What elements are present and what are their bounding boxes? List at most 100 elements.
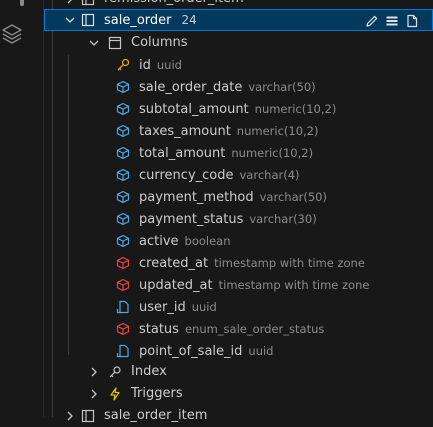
- file-link-icon: [115, 296, 131, 318]
- tree-item-triggers[interactable]: Triggers: [44, 383, 433, 405]
- chevron-right-icon[interactable]: [62, 405, 78, 427]
- column-name: total_amount: [139, 145, 226, 161]
- column-label: payment_status varchar(30): [139, 208, 317, 231]
- column-item-currency-code[interactable]: currency_code varchar(4): [44, 164, 433, 186]
- column-name: payment_status: [139, 211, 244, 227]
- column-label: active boolean: [139, 230, 231, 253]
- column-name: updated_at: [139, 277, 213, 293]
- chevron-right-icon[interactable]: [86, 361, 102, 383]
- column-label: point_of_sale_id uuid: [139, 340, 273, 363]
- column-name: payment_method: [139, 189, 254, 205]
- inline-actions: [364, 10, 420, 32]
- column-type: numeric(10,2): [236, 123, 319, 138]
- triggers-label: Triggers: [131, 386, 183, 401]
- column-type: varchar(4): [239, 167, 300, 182]
- activity-top-icon[interactable]: [0, 0, 44, 6]
- index-label: Index: [131, 364, 167, 379]
- column-item-subtotal-amount[interactable]: subtotal_amount numeric(10,2): [44, 98, 433, 120]
- cube-icon: [115, 98, 131, 120]
- column-label: subtotal_amount numeric(10,2): [139, 98, 336, 121]
- column-type: boolean: [184, 233, 231, 248]
- tree-item-index[interactable]: Index: [44, 361, 433, 383]
- column-name: user_id: [139, 299, 186, 315]
- column-name: active: [139, 233, 179, 249]
- column-name: created_at: [139, 255, 209, 271]
- file-link-icon: [115, 340, 131, 362]
- key-icon: [115, 54, 131, 76]
- cube-icon: [115, 164, 131, 186]
- chevron-down-icon[interactable]: [86, 32, 102, 54]
- cube-icon: [115, 208, 131, 230]
- schema-tree: remission_order_item sale_order24: [44, 0, 433, 423]
- index-key-icon: [107, 361, 123, 383]
- column-type: varchar(30): [249, 211, 317, 226]
- column-type: varchar(50): [259, 189, 327, 204]
- column-type: uuid: [191, 299, 217, 314]
- column-type: timestamp with time zone: [218, 277, 370, 292]
- table-name: sale_order 24: [104, 9, 197, 32]
- tree-item-columns[interactable]: Columns: [44, 32, 433, 54]
- layers-icon[interactable]: [0, 22, 24, 46]
- column-type: enum_sale_order_status: [184, 321, 325, 336]
- column-type: varchar(50): [248, 79, 316, 94]
- column-label: status enum_sale_order_status: [139, 318, 324, 341]
- column-label: id uuid: [139, 54, 182, 77]
- cube-icon: [115, 142, 131, 164]
- column-item-created-at[interactable]: created_at timestamp with time zone: [44, 252, 433, 274]
- chevron-right-icon[interactable]: [86, 383, 102, 405]
- column-item-id[interactable]: id uuid: [44, 54, 433, 76]
- tree-item-label: sale_order_item: [104, 408, 208, 423]
- column-label: sale_order_date varchar(50): [139, 76, 316, 99]
- cube-red-icon: [115, 252, 131, 274]
- lightning-icon: [107, 383, 123, 405]
- column-item-user-id[interactable]: user_id uuid: [44, 296, 433, 318]
- column-name: point_of_sale_id: [139, 343, 243, 359]
- cube-red-icon: [115, 318, 131, 340]
- columns-icon: [107, 32, 123, 54]
- column-item-taxes-amount[interactable]: taxes_amount numeric(10,2): [44, 120, 433, 142]
- column-label: total_amount numeric(10,2): [139, 142, 313, 165]
- column-name: id: [139, 57, 151, 73]
- column-count: 24: [181, 12, 197, 27]
- columns-label: Columns: [131, 35, 188, 50]
- tree-item-sale-order[interactable]: sale_order 24: [44, 9, 433, 31]
- cube-icon: [115, 76, 131, 98]
- column-item-point-of-sale-id[interactable]: point_of_sale_id uuid: [44, 340, 433, 362]
- chevron-down-icon[interactable]: [62, 9, 78, 31]
- column-label: user_id uuid: [139, 296, 217, 319]
- column-item-payment-status[interactable]: payment_status varchar(30): [44, 208, 433, 230]
- column-item-sale-order-date[interactable]: sale_order_date varchar(50): [44, 76, 433, 98]
- pencil-icon[interactable]: [364, 13, 380, 29]
- table-icon: [80, 405, 96, 427]
- column-name: taxes_amount: [139, 123, 231, 139]
- column-label: payment_method varchar(50): [139, 186, 327, 209]
- activity-bar: [0, 0, 44, 417]
- column-name: sale_order_date: [139, 79, 243, 95]
- cube-red-icon: [115, 274, 131, 296]
- column-label: taxes_amount numeric(10,2): [139, 120, 318, 143]
- column-type: numeric(10,2): [254, 101, 337, 116]
- column-type: timestamp with time zone: [214, 255, 365, 270]
- cube-icon: [115, 230, 131, 252]
- column-item-total-amount[interactable]: total_amount numeric(10,2): [44, 142, 433, 164]
- column-type: numeric(10,2): [231, 145, 314, 160]
- column-label: currency_code varchar(4): [139, 164, 300, 187]
- column-name: status: [139, 321, 179, 337]
- column-type: uuid: [156, 57, 182, 72]
- file-icon[interactable]: [404, 13, 420, 29]
- column-name: currency_code: [139, 167, 234, 183]
- column-item-updated-at[interactable]: updated_at timestamp with time zone: [44, 274, 433, 296]
- column-name: subtotal_amount: [139, 101, 249, 117]
- column-label: created_at timestamp with time zone: [139, 252, 365, 275]
- tree-item-sale-order-item[interactable]: sale_order_item: [44, 405, 433, 427]
- cube-icon: [115, 186, 131, 208]
- column-item-payment-method[interactable]: payment_method varchar(50): [44, 186, 433, 208]
- table-name-label: sale_order: [104, 12, 172, 28]
- cube-icon: [115, 120, 131, 142]
- column-item-active[interactable]: active boolean: [44, 230, 433, 252]
- column-item-status[interactable]: status enum_sale_order_status: [44, 318, 433, 340]
- table-icon: [80, 9, 96, 31]
- column-type: uuid: [248, 343, 274, 358]
- list-icon[interactable]: [384, 13, 400, 29]
- column-label: updated_at timestamp with time zone: [139, 274, 369, 297]
